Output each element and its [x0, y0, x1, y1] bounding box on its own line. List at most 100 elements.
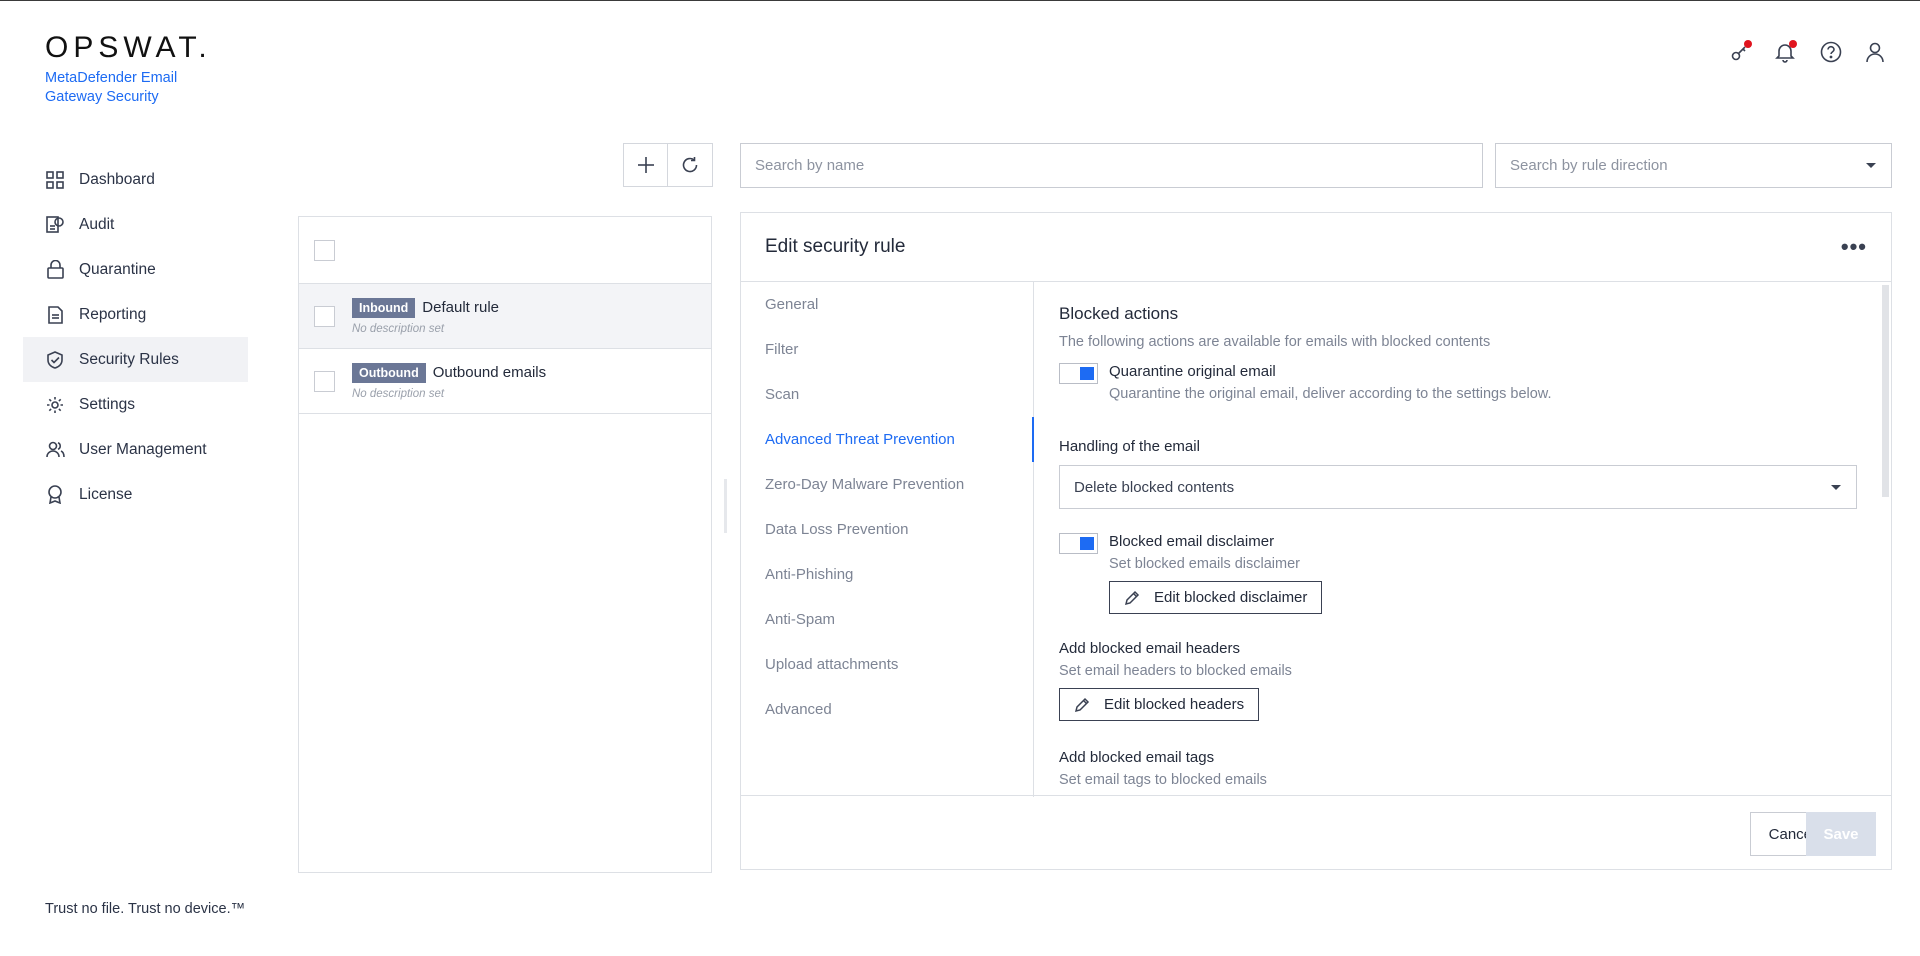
rule-direction-placeholder: Search by rule direction: [1510, 157, 1668, 174]
search-input[interactable]: Search by name: [740, 143, 1483, 188]
pencil-icon: [1074, 697, 1090, 712]
brand-logo: OPSWAT. MetaDefender Email Gateway Secur…: [45, 31, 212, 107]
tags-label: Add blocked email tags: [1059, 749, 1215, 766]
disclaimer-toggle[interactable]: [1059, 533, 1098, 554]
select-all-checkbox[interactable]: [314, 239, 335, 261]
sidebar-item-license[interactable]: License: [23, 472, 248, 517]
tab-anti-phishing[interactable]: Anti-Phishing: [741, 552, 1033, 597]
disclaimer-text: Blocked email disclaimer Set blocked ema…: [1109, 533, 1323, 614]
edit-disclaimer-label: Edit blocked disclaimer: [1154, 589, 1308, 606]
more-options-icon[interactable]: •••: [1841, 234, 1867, 260]
toggle-knob: [1080, 537, 1094, 550]
bell-icon[interactable]: [1775, 40, 1797, 63]
rule-toolbar: [623, 143, 713, 187]
refresh-icon: [682, 157, 698, 173]
key-icon[interactable]: [1730, 40, 1752, 63]
direction-badge: Inbound: [352, 297, 416, 318]
rule-info: Inbound Default rule No description set: [352, 297, 499, 335]
panel-footer: Cancel Save: [741, 795, 1891, 869]
sidebar-item-label: Settings: [79, 395, 136, 413]
sidebar-nav: Dashboard Audit Quarantine Reporting Sec…: [23, 157, 248, 517]
rule-row[interactable]: Inbound Default rule No description set: [299, 284, 711, 349]
quarantine-setting: Quarantine original email Quarantine the…: [1059, 363, 1869, 402]
refresh-button[interactable]: [668, 143, 713, 187]
sidebar-item-label: Security Rules: [79, 350, 179, 368]
edit-headers-label: Edit blocked headers: [1104, 696, 1245, 713]
user-icon[interactable]: [1865, 41, 1885, 63]
logo-wordmark: OPSWAT.: [45, 31, 212, 64]
panel-resize-handle[interactable]: [724, 479, 727, 533]
content-scrollbar[interactable]: [1882, 285, 1889, 497]
sidebar-item-quarantine[interactable]: Quarantine: [23, 247, 248, 292]
sidebar-item-label: License: [79, 485, 133, 503]
sidebar-item-reporting[interactable]: Reporting: [23, 292, 248, 337]
quarantine-label: Quarantine original email: [1109, 363, 1276, 380]
handling-select[interactable]: Delete blocked contents: [1059, 465, 1857, 509]
sidebar-item-user-management[interactable]: User Management: [23, 427, 248, 472]
plus-icon: [637, 157, 654, 173]
sidebar-item-label: Dashboard: [79, 170, 155, 188]
headers-description: Set email headers to blocked emails: [1059, 663, 1292, 679]
tab-scan[interactable]: Scan: [741, 372, 1033, 417]
quarantine-toggle[interactable]: [1059, 363, 1098, 384]
help-icon[interactable]: [1820, 41, 1842, 63]
rule-row[interactable]: Outbound Outbound emails No description …: [299, 349, 711, 414]
sidebar-item-audit[interactable]: Audit: [23, 202, 248, 247]
headers-label: Add blocked email headers: [1059, 640, 1240, 657]
chevron-down-icon: [1866, 163, 1876, 168]
dashboard-icon: [45, 170, 65, 190]
handling-value: Delete blocked contents: [1074, 478, 1235, 496]
rule-name: Outbound emails: [432, 364, 547, 381]
rule-checkbox[interactable]: [314, 370, 335, 392]
section-title: Blocked actions: [1059, 304, 1179, 323]
direction-badge: Outbound: [352, 362, 426, 383]
tab-upload-attachments[interactable]: Upload attachments: [741, 642, 1033, 687]
disclaimer-description: Set blocked emails disclaimer: [1109, 556, 1300, 572]
report-icon: [45, 305, 65, 325]
badge-icon: [45, 485, 65, 505]
quarantine-description: Quarantine the original email, deliver a…: [1109, 386, 1552, 402]
add-rule-button[interactable]: [623, 143, 668, 187]
tab-anti-spam[interactable]: Anti-Spam: [741, 597, 1033, 642]
rule-list: Inbound Default rule No description set …: [298, 216, 712, 873]
lock-icon: [45, 260, 65, 280]
panel-header: Edit security rule •••: [741, 213, 1891, 282]
footer-tagline: Trust no file. Trust no device.™: [45, 901, 246, 917]
tab-zero-day-malware-prevention[interactable]: Zero-Day Malware Prevention: [741, 462, 1033, 507]
rule-list-header: [299, 217, 711, 284]
save-button[interactable]: Save: [1806, 812, 1876, 856]
handling-label: Handling of the email: [1059, 438, 1200, 455]
disclaimer-setting: Blocked email disclaimer Set blocked ema…: [1059, 533, 1869, 614]
section-description: The following actions are available for …: [1059, 334, 1491, 350]
gear-icon: [45, 395, 65, 415]
edit-disclaimer-button[interactable]: Edit blocked disclaimer: [1109, 581, 1323, 614]
edit-headers-button[interactable]: Edit blocked headers: [1059, 688, 1260, 721]
edit-security-rule-panel: Edit security rule ••• General Filter Sc…: [740, 212, 1892, 870]
notification-dot: [1789, 40, 1797, 48]
chevron-down-icon: [1831, 484, 1841, 490]
rule-description: No description set: [352, 387, 445, 400]
tab-general[interactable]: General: [741, 282, 1033, 327]
sidebar-item-settings[interactable]: Settings: [23, 382, 248, 427]
audit-icon: [45, 215, 65, 235]
rule-direction-select[interactable]: Search by rule direction: [1495, 143, 1892, 188]
tags-description: Set email tags to blocked emails: [1059, 772, 1267, 788]
sidebar-item-dashboard[interactable]: Dashboard: [23, 157, 248, 202]
sidebar-item-security-rules[interactable]: Security Rules: [23, 337, 248, 382]
toggle-knob: [1080, 367, 1094, 380]
tab-content: Blocked actions The following actions ar…: [1059, 282, 1869, 797]
users-icon: [45, 440, 65, 460]
panel-body: General Filter Scan Advanced Threat Prev…: [741, 282, 1891, 797]
rule-tabs: General Filter Scan Advanced Threat Prev…: [741, 282, 1034, 797]
tab-advanced-threat-prevention[interactable]: Advanced Threat Prevention: [741, 417, 1034, 462]
panel-title: Edit security rule: [765, 236, 906, 257]
shield-check-icon: [45, 350, 65, 370]
notification-dot: [1744, 40, 1752, 48]
tab-filter[interactable]: Filter: [741, 327, 1033, 372]
rule-info: Outbound Outbound emails No description …: [352, 362, 547, 400]
tab-data-loss-prevention[interactable]: Data Loss Prevention: [741, 507, 1033, 552]
tab-advanced[interactable]: Advanced: [741, 687, 1033, 732]
product-name: MetaDefender Email Gateway Security: [45, 70, 178, 105]
rule-checkbox[interactable]: [314, 305, 335, 327]
sidebar-item-label: User Management: [79, 440, 207, 458]
